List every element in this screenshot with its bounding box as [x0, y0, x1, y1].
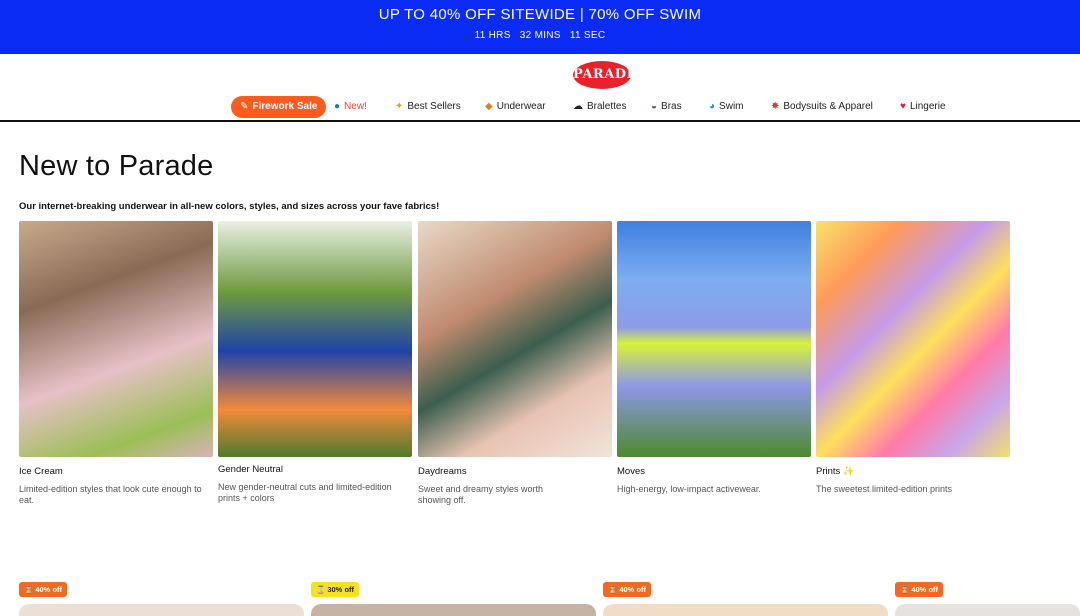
nav-item-label: New! [344, 101, 367, 112]
discount-label: 40% off [911, 585, 939, 594]
nav-item-label: Lingerie [909, 101, 946, 112]
hourglass-icon: ⌛ [900, 585, 910, 594]
nav-item-lingerie[interactable]: ♥ Lingerie [900, 96, 946, 118]
underwear-icon: ◆ [485, 101, 493, 112]
nav-item-firework-sale[interactable]: ✎ Firework Sale [231, 96, 327, 118]
discount-badge: ⌛ 40% off [895, 582, 944, 597]
bodysuit-icon: ✸ [771, 101, 780, 112]
collection-card-ice-cream[interactable]: Ice Cream Limited-edition styles that lo… [19, 221, 213, 506]
nav-item-underwear[interactable]: ◆ Underwear [485, 96, 546, 118]
hourglass-icon: ⌛ [24, 585, 34, 594]
collection-name[interactable]: Prints ✨ [816, 466, 1010, 477]
nav-item-swim[interactable]: ◕ Swim [709, 96, 744, 118]
discount-label: 40% off [619, 585, 647, 594]
discount-badge: ⌛ 40% off [603, 582, 652, 597]
new-icon: ● [334, 101, 341, 112]
nav-item-label: Bras [661, 101, 682, 112]
collection-name[interactable]: Moves [617, 466, 811, 477]
countdown-timer: 11 HRS 32 MINS 11 SEC [0, 30, 1080, 41]
collection-name[interactable]: Gender Neutral [218, 464, 412, 475]
collection-description: Sweet and dreamy styles worth showing of… [418, 484, 544, 505]
collection-card-prints[interactable]: Prints ✨ The sweetest limited-edition pr… [816, 221, 1010, 495]
collection-description: High-energy, low-impact activewear. [617, 484, 761, 494]
collection-image[interactable] [19, 221, 213, 457]
nav-item-label: Swim [719, 101, 744, 112]
nav-item-label: Best Sellers [407, 101, 461, 112]
firework-icon: ✎ [240, 101, 249, 112]
swim-icon: ◕ [709, 101, 716, 112]
nav-item-best-sellers[interactable]: ✦ Best Sellers [395, 96, 461, 118]
collection-image[interactable] [418, 221, 612, 457]
site-header: PARADE ✎ Firework Sale ● New! ✦ Best Seller… [0, 54, 1080, 122]
discount-label: 30% off [327, 585, 355, 594]
countdown-hours: 11 HRS [474, 30, 511, 41]
collection-card-moves[interactable]: Moves High-energy, low-impact activewear… [617, 221, 811, 495]
discount-badge: ⌛ 30% off [311, 582, 360, 597]
page-title: New to Parade [19, 150, 214, 182]
collection-image[interactable] [617, 221, 811, 457]
product-image[interactable] [895, 604, 1080, 616]
nav-item-label: Underwear [496, 101, 546, 112]
lingerie-icon: ♥ [900, 101, 906, 112]
collection-description: New gender-neutral cuts and limited-edit… [218, 482, 392, 503]
collection-image[interactable] [218, 221, 412, 457]
hourglass-icon: ⌛ [608, 585, 618, 594]
collection-name[interactable]: Ice Cream [19, 466, 213, 477]
promo-banner[interactable]: UP TO 40% OFF SITEWIDE | 70% OFF SWIM 11… [0, 0, 1080, 54]
nav-item-label: Firework Sale [252, 101, 318, 112]
main-nav: ✎ Firework Sale ● New! ✦ Best Sellers ◆ Unde… [0, 96, 1080, 118]
product-image[interactable] [311, 604, 596, 616]
hourglass-icon: ⌛ [316, 585, 326, 594]
page-subtitle: Our internet-breaking underwear in all-n… [19, 201, 440, 212]
promo-title: UP TO 40% OFF SITEWIDE | 70% OFF SWIM [378, 6, 702, 23]
discount-label: 40% off [35, 585, 63, 594]
bra-icon: ◒ [651, 101, 658, 112]
parade-logo[interactable]: PARADE [573, 61, 637, 89]
discount-badge: ⌛ 40% off [19, 582, 68, 597]
bralette-icon: ☁ [573, 101, 583, 112]
nav-item-label: Bralettes [587, 101, 627, 112]
product-image[interactable] [19, 604, 304, 616]
countdown-minutes: 32 MINS [519, 30, 561, 41]
product-image[interactable] [603, 604, 888, 616]
collection-card-daydreams[interactable]: Daydreams Sweet and dreamy styles worth … [418, 221, 612, 506]
best-sellers-icon: ✦ [395, 101, 404, 112]
collection-name[interactable]: Daydreams [418, 466, 612, 477]
nav-item-bras[interactable]: ◒ Bras [651, 96, 682, 118]
collection-description: Limited-edition styles that look cute en… [19, 484, 202, 505]
nav-item-label: Bodysuits & Apparel [783, 101, 873, 112]
collection-card-gender-neutral[interactable]: Gender Neutral New gender-neutral cuts a… [218, 221, 412, 504]
nav-item-new[interactable]: ● New! [334, 96, 367, 118]
countdown-seconds: 11 SEC [569, 30, 606, 41]
nav-item-bralettes[interactable]: ☁ Bralettes [573, 96, 626, 118]
collection-description: The sweetest limited-edition prints [816, 484, 953, 494]
nav-item-bodysuits-apparel[interactable]: ✸ Bodysuits & Apparel [771, 96, 873, 118]
collection-image[interactable] [816, 221, 1010, 457]
